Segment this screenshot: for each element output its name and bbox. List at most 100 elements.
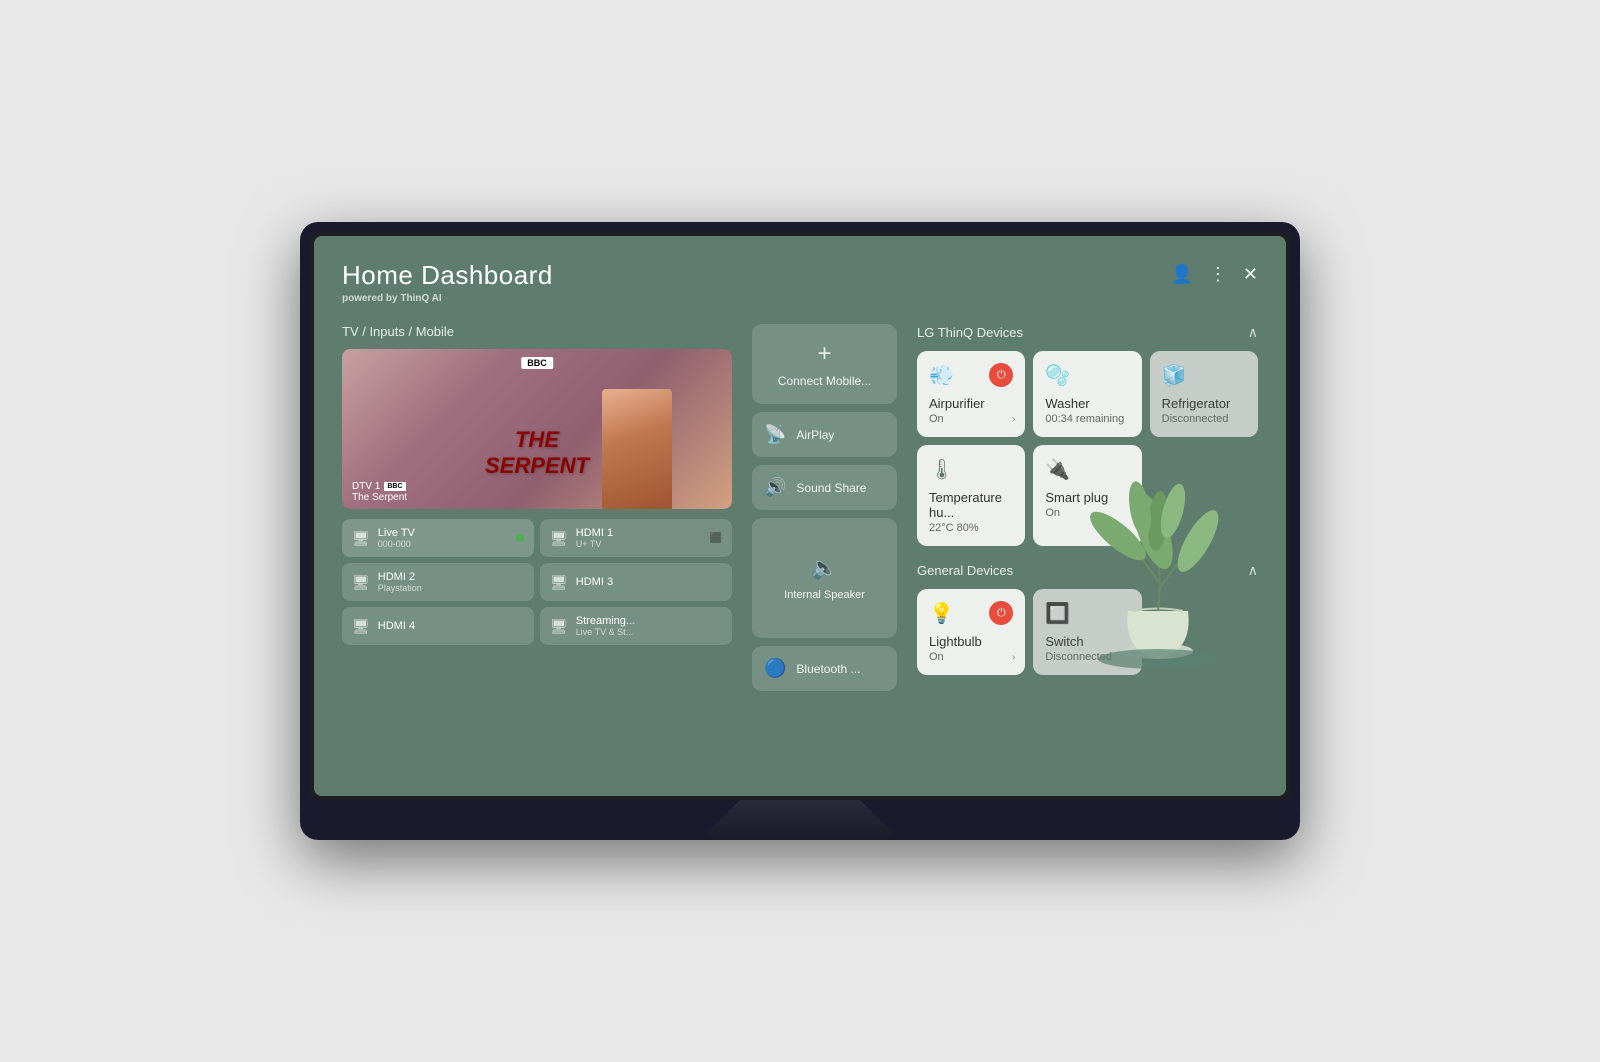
lightbulb-power-btn[interactable]: ⏻ [989, 601, 1013, 625]
channel-label: DTV 1 [352, 481, 380, 492]
temperature-icon: 🌡 [929, 457, 954, 482]
hdmi1-badge-icon: ⬛ [710, 533, 722, 544]
washer-tile[interactable]: 🫧 Washer 00:34 remaining [1033, 351, 1141, 437]
switch-icon: 🔲 [1045, 601, 1070, 626]
airpurifier-tile[interactable]: 💨 ⏻ Airpurifier On › [917, 351, 1025, 437]
tv-preview-inner: BBC THESERPENT DTV 1 BBC The Serpent [342, 349, 732, 509]
header-title-group: Home Dashboard powered by ThinQ AI [342, 260, 553, 304]
subtitle-prefix: powered by [342, 293, 400, 304]
streaming-info: Streaming... Live TV & St... [576, 615, 635, 637]
bluetooth-icon: 🔵 [764, 658, 786, 679]
lightbulb-header: 💡 ⏻ [929, 601, 1013, 626]
live-tv-info: Live TV 000-000 [378, 527, 415, 549]
lightbulb-chevron: › [1012, 652, 1015, 663]
hdmi1-info: HDMI 1 U+ TV [576, 527, 613, 549]
airplay-icon: 📡 [764, 424, 786, 445]
connect-mobile-label: Connect Mobile... [778, 374, 871, 388]
subtitle-brand: ThinQ AI [400, 293, 441, 304]
temperature-status: 22°C 80% [929, 522, 1013, 534]
hdmi2-info: HDMI 2 Playstation [378, 571, 422, 593]
input-live-tv[interactable]: 🖥 Live TV 000-000 [342, 519, 534, 557]
hdmi1-sub: U+ TV [576, 539, 613, 549]
header: Home Dashboard powered by ThinQ AI 👤 ⋮ ✕ [342, 260, 1258, 304]
tv-section-label: TV / Inputs / Mobile [342, 324, 732, 339]
tv-frame: Home Dashboard powered by ThinQ AI 👤 ⋮ ✕ [300, 222, 1300, 840]
dtv-badge: DTV 1 BBC [352, 481, 406, 492]
streaming-icon: 🖥 [550, 618, 568, 635]
airpurifier-icon: 💨 [929, 363, 954, 388]
left-panel: TV / Inputs / Mobile BBC THESERPENT DTV … [342, 324, 732, 691]
speaker-label: Internal Speaker [784, 589, 865, 601]
lightbulb-tile[interactable]: 💡 ⏻ Lightbulb On › [917, 589, 1025, 675]
main-content: TV / Inputs / Mobile BBC THESERPENT DTV … [342, 324, 1258, 691]
bluetooth-label: Bluetooth ... [796, 662, 860, 676]
close-icon[interactable]: ✕ [1243, 264, 1258, 285]
airpurifier-header: 💨 ⏻ [929, 363, 1013, 388]
hdmi4-name: HDMI 4 [378, 620, 415, 632]
general-section-label: General Devices [917, 563, 1013, 578]
monitor-icon: 🖥 [352, 530, 370, 547]
refrigerator-status: Disconnected [1162, 413, 1246, 425]
airplay-tile[interactable]: 📡 AirPlay [752, 412, 897, 457]
switch-tile[interactable]: 🔲 Switch Disconnected [1033, 589, 1141, 675]
input-hdmi1[interactable]: 🖥 HDMI 1 U+ TV ⬛ [540, 519, 732, 557]
more-icon[interactable]: ⋮ [1209, 264, 1227, 285]
input-streaming[interactable]: 🖥 Streaming... Live TV & St... [540, 607, 732, 645]
page-title: Home Dashboard [342, 260, 553, 291]
live-tv-sub: 000-000 [378, 539, 415, 549]
lightbulb-status: On [929, 651, 1013, 663]
user-icon[interactable]: 👤 [1170, 264, 1192, 285]
thinq-section-header: LG ThinQ Devices ∧ [917, 324, 1258, 341]
hdmi4-icon: 🖥 [352, 618, 370, 635]
connect-mobile-tile[interactable]: + Connect Mobile... [752, 324, 897, 404]
switch-name: Switch [1045, 634, 1129, 649]
airpurifier-status: On [929, 413, 1013, 425]
smartplug-status: On [1045, 507, 1129, 519]
washer-name: Washer [1045, 396, 1129, 411]
thinq-collapse-btn[interactable]: ∧ [1248, 324, 1258, 341]
general-section-header: General Devices ∧ [917, 562, 1258, 579]
washer-icon: 🫧 [1045, 363, 1070, 388]
hdmi1-name: HDMI 1 [576, 527, 613, 539]
show-title: THESERPENT [485, 427, 589, 479]
tv-stand [700, 800, 900, 840]
sound-share-icon: 🔊 [764, 477, 786, 498]
airpurifier-name: Airpurifier [929, 396, 1013, 411]
refrigerator-header: 🧊 [1162, 363, 1246, 388]
lightbulb-name: Lightbulb [929, 634, 1013, 649]
hdmi3-info: HDMI 3 [576, 576, 613, 588]
hdmi4-info: HDMI 4 [378, 620, 415, 632]
temperature-tile[interactable]: 🌡 Temperature hu... 22°C 80% [917, 445, 1025, 546]
input-hdmi2[interactable]: 🖥 HDMI 2 Playstation [342, 563, 534, 601]
hdmi3-name: HDMI 3 [576, 576, 613, 588]
input-hdmi3[interactable]: 🖥 HDMI 3 [540, 563, 732, 601]
airpurifier-power-btn[interactable]: ⏻ [989, 363, 1013, 387]
streaming-name: Streaming... [576, 615, 635, 627]
smartplug-tile[interactable]: 🔌 Smart plug On [1033, 445, 1141, 546]
hdmi2-name: HDMI 2 [378, 571, 422, 583]
tv-stand-base [310, 800, 1290, 840]
hdmi3-icon: 🖥 [550, 574, 568, 591]
active-indicator [516, 534, 524, 542]
temperature-header: 🌡 [929, 457, 1013, 482]
hdmi1-icon: 🖥 [550, 530, 568, 547]
temperature-name: Temperature hu... [929, 490, 1013, 520]
thinq-section-label: LG ThinQ Devices [917, 325, 1023, 340]
input-hdmi4[interactable]: 🖥 HDMI 4 [342, 607, 534, 645]
washer-header: 🫧 [1045, 363, 1129, 388]
refrigerator-tile[interactable]: 🧊 Refrigerator Disconnected [1150, 351, 1258, 437]
bbc-badge: BBC [521, 357, 553, 369]
middle-panel: + Connect Mobile... 📡 AirPlay 🔊 Sound Sh… [752, 324, 897, 691]
sound-share-tile[interactable]: 🔊 Sound Share [752, 465, 897, 510]
refrigerator-icon: 🧊 [1162, 363, 1187, 388]
tv-preview[interactable]: BBC THESERPENT DTV 1 BBC The Serpent [342, 349, 732, 509]
hdmi2-icon: 🖥 [352, 574, 370, 591]
lightbulb-icon: 💡 [929, 601, 954, 626]
switch-status: Disconnected [1045, 651, 1129, 663]
internal-speaker-tile[interactable]: 🔈 Internal Speaker [752, 518, 897, 638]
general-collapse-btn[interactable]: ∧ [1248, 562, 1258, 579]
streaming-sub: Live TV & St... [576, 627, 635, 637]
header-controls: 👤 ⋮ ✕ [1170, 264, 1258, 285]
bluetooth-tile[interactable]: 🔵 Bluetooth ... [752, 646, 897, 691]
bbc-small-badge: BBC [384, 482, 405, 491]
